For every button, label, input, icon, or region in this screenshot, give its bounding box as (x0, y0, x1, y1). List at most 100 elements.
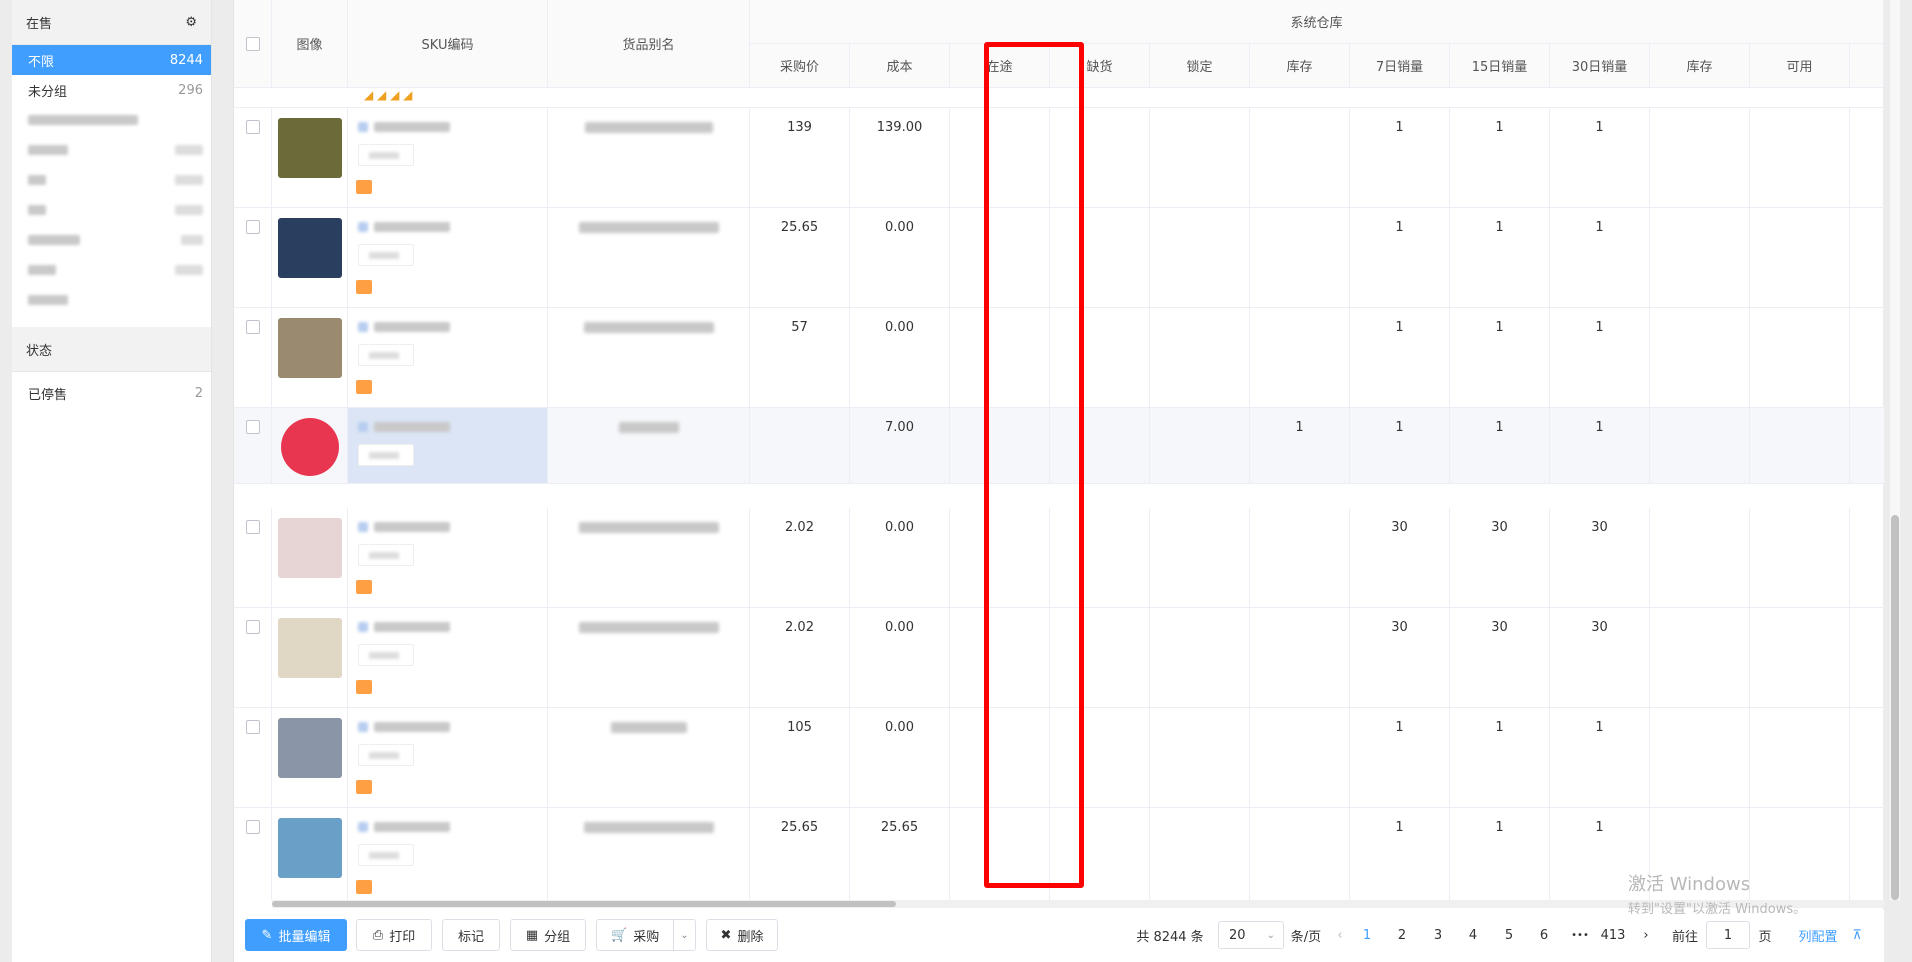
product-thumbnail[interactable] (281, 418, 339, 476)
product-thumbnail[interactable] (278, 118, 342, 178)
copy-icon[interactable] (358, 422, 368, 432)
header-sales-30d[interactable]: 30日销量 (1550, 44, 1650, 88)
stock-cell (1250, 808, 1350, 900)
row-checkbox[interactable] (246, 720, 260, 734)
sidebar-item-group[interactable] (12, 255, 211, 285)
copy-icon[interactable] (358, 522, 368, 532)
page-5[interactable]: 5 (1499, 919, 1519, 951)
header-stock-2[interactable]: 库存 (1650, 44, 1750, 88)
sidebar-item-discontinued[interactable]: 已停售 2 (12, 378, 211, 408)
available-cell (1750, 308, 1850, 407)
purchase-price-cell[interactable]: 105 (750, 708, 850, 807)
goto-page-input[interactable]: 1 (1706, 921, 1750, 949)
sidebar-item-group[interactable] (12, 105, 211, 135)
sidebar-item-group[interactable] (12, 135, 211, 165)
alias-cell (548, 508, 750, 607)
header-overflow (1850, 44, 1884, 88)
redacted-text (28, 235, 80, 245)
row-checkbox[interactable] (246, 120, 260, 134)
sales-7d-cell: 1 (1350, 208, 1450, 307)
select-all-checkbox[interactable] (245, 36, 260, 51)
back-to-top-icon[interactable]: ⊼ (1847, 919, 1867, 951)
page-1[interactable]: 1 (1357, 919, 1377, 951)
header-stock[interactable]: 库存 (1250, 44, 1350, 88)
page-2[interactable]: 2 (1392, 919, 1412, 951)
header-shortage[interactable]: 缺货 (1050, 44, 1150, 88)
sidebar-item-group[interactable] (12, 165, 211, 195)
pagination-ellipsis[interactable]: ••• (1568, 919, 1592, 951)
purchase-price-cell[interactable]: 2.02 (750, 508, 850, 607)
table-row[interactable]: 2.02 0.00 30 30 30 (234, 508, 1884, 608)
copy-icon[interactable] (358, 122, 368, 132)
page-4[interactable]: 4 (1463, 919, 1483, 951)
table-row[interactable]: 105 0.00 1 1 1 (234, 708, 1884, 808)
purchase-price-cell[interactable]: 57 (750, 308, 850, 407)
copy-icon[interactable] (358, 722, 368, 732)
sidebar-item-group[interactable] (12, 195, 211, 225)
purchase-price-cell[interactable]: 25.65 (750, 208, 850, 307)
next-page-icon[interactable]: › (1636, 919, 1656, 951)
gear-icon[interactable]: ⚙ (185, 15, 197, 30)
row-checkbox[interactable] (246, 420, 260, 434)
sidebar-item-group[interactable] (12, 225, 211, 255)
header-group-system-warehouse: 系统仓库 (750, 0, 1884, 44)
product-thumbnail[interactable] (278, 518, 342, 578)
product-thumbnail[interactable] (278, 718, 342, 778)
row-checkbox[interactable] (246, 520, 260, 534)
copy-icon[interactable] (358, 822, 368, 832)
available-cell (1750, 608, 1850, 707)
purchase-price-cell[interactable]: 139 (750, 108, 850, 207)
purchase-price-cell[interactable]: 25.65 (750, 808, 850, 900)
page-size-select[interactable]: 20 ⌄ (1218, 921, 1284, 949)
product-thumbnail[interactable] (278, 618, 342, 678)
product-thumbnail[interactable] (278, 218, 342, 278)
locked-cell (1150, 308, 1250, 407)
header-locked[interactable]: 锁定 (1150, 44, 1250, 88)
stock-cell (1250, 108, 1350, 207)
table-row[interactable]: 2.02 0.00 30 30 30 (234, 608, 1884, 708)
redacted-sku (374, 822, 450, 832)
header-purchase-price[interactable]: 采购价 (750, 44, 850, 88)
purchase-price-cell[interactable]: 2.02 (750, 608, 850, 707)
header-in-transit[interactable]: 在途 (950, 44, 1050, 88)
sales-15d-cell: 1 (1450, 408, 1550, 483)
table-row[interactable]: 25.65 0.00 1 1 1 (234, 208, 1884, 308)
vertical-scrollbar[interactable] (1890, 0, 1900, 900)
source-tag-icon (356, 780, 372, 794)
row-checkbox[interactable] (246, 620, 260, 634)
page-last[interactable]: 413 (1598, 919, 1628, 951)
row-checkbox[interactable] (246, 820, 260, 834)
header-sku[interactable]: SKU编码 (348, 0, 548, 88)
prev-page-icon[interactable]: ‹ (1330, 919, 1350, 951)
table-row[interactable]: 7.00 1 1 1 1 (234, 408, 1884, 484)
row-checkbox[interactable] (246, 320, 260, 334)
table-row[interactable]: 57 0.00 1 1 1 (234, 308, 1884, 408)
sku-cell (348, 308, 548, 407)
column-config-link[interactable]: 列配置 (1796, 919, 1840, 951)
product-thumbnail[interactable] (278, 818, 342, 878)
sidebar-item-ungrouped[interactable]: 未分组 296 (12, 75, 211, 105)
product-thumbnail[interactable] (278, 318, 342, 378)
page-3[interactable]: 3 (1428, 919, 1448, 951)
sidebar-item-all[interactable]: 不限 8244 (12, 45, 211, 75)
copy-icon[interactable] (358, 222, 368, 232)
header-sales-15d[interactable]: 15日销量 (1450, 44, 1550, 88)
stock-2-cell (1650, 508, 1750, 607)
row-select-cell (234, 208, 272, 307)
row-checkbox[interactable] (246, 220, 260, 234)
header-available[interactable]: 可用 (1750, 44, 1850, 88)
alias-cell (548, 708, 750, 807)
header-cost[interactable]: 成本 (850, 44, 950, 88)
sidebar-section-title: 在售 (26, 16, 53, 32)
table-row[interactable]: 139 139.00 1 1 1 (234, 108, 1884, 208)
scrollbar-thumb[interactable] (272, 901, 896, 907)
sidebar: 在售 ⚙ 不限 8244 未分组 296 状态 已停售 2 (12, 0, 212, 962)
header-alias[interactable]: 货品别名 (548, 0, 750, 88)
purchase-price-cell[interactable] (750, 408, 850, 483)
copy-icon[interactable] (358, 622, 368, 632)
copy-icon[interactable] (358, 322, 368, 332)
sidebar-item-group[interactable] (12, 285, 211, 315)
header-sales-7d[interactable]: 7日销量 (1350, 44, 1450, 88)
page-6[interactable]: 6 (1534, 919, 1554, 951)
scrollbar-thumb[interactable] (1891, 515, 1899, 900)
